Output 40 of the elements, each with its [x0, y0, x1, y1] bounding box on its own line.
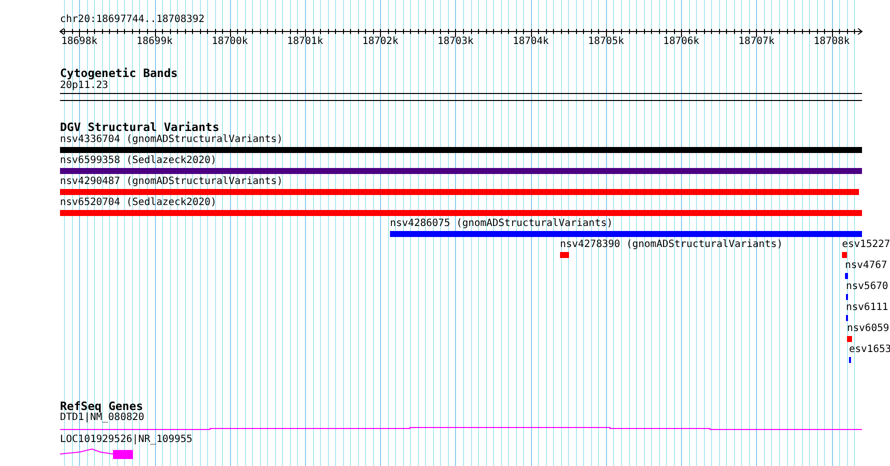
gene-drawing[interactable]: [60, 448, 133, 459]
band-label: 20p11.23: [60, 81, 108, 91]
tick-label: 18704k: [512, 37, 549, 47]
variant-bar[interactable]: [60, 147, 862, 153]
variant-label: nsv6599358 (Sedlazeck2020): [60, 156, 217, 166]
variant-bar[interactable]: [60, 168, 862, 174]
tick-label: 18702k: [362, 37, 398, 47]
variant-bar[interactable]: [60, 210, 862, 216]
variant-label: nsv4290487 (gnomADStructuralVariants): [60, 177, 283, 187]
variant-label: nsv4336704 (gnomADStructuralVariants): [60, 135, 283, 145]
tick-label: 18699k: [136, 37, 173, 47]
variant-bar[interactable]: [847, 336, 852, 342]
transcript-line[interactable]: [60, 427, 862, 430]
tick-label: 18708k: [814, 37, 850, 47]
variant-label: esv15227: [842, 240, 890, 250]
location-label: chr20:18697744..18708392: [60, 15, 204, 25]
variant-bar[interactable]: [560, 252, 569, 258]
variant-bar[interactable]: [60, 189, 859, 195]
variant-label: nsv6520704 (Sedlazeck2020): [60, 198, 217, 208]
track-title: Cytogenetic Bands: [60, 68, 178, 80]
variant-bar[interactable]: [842, 252, 847, 258]
tick-label: 18698k: [61, 37, 98, 47]
track-title: RefSeq Genes: [60, 401, 144, 412]
tick-label: 18700k: [212, 37, 248, 47]
variant-bar[interactable]: [390, 231, 862, 237]
variant-label: nsv6059: [847, 324, 890, 334]
variant-label: nsv4286075 (gnomADStructuralVariants): [390, 219, 613, 229]
tick-label: 18707k: [738, 37, 775, 47]
variant-bar[interactable]: [845, 273, 848, 279]
gene-label: LOC101929526|NR_109955: [60, 435, 192, 445]
tick-label: 18705k: [588, 37, 624, 47]
track-title: DGV Structural Variants: [60, 122, 220, 134]
gene-label: DTD1|NM_080820: [60, 413, 144, 423]
tick-label: 18706k: [663, 37, 700, 47]
variant-label: nsv4767: [845, 261, 888, 271]
tick-label: 18701k: [286, 37, 324, 47]
tick-label: 18703k: [437, 37, 474, 47]
variant-label: nsv6111: [846, 303, 888, 313]
variant-label: nsv4278390 (gnomADStructuralVariants): [560, 240, 783, 250]
variant-label: nsv5670: [846, 282, 888, 292]
